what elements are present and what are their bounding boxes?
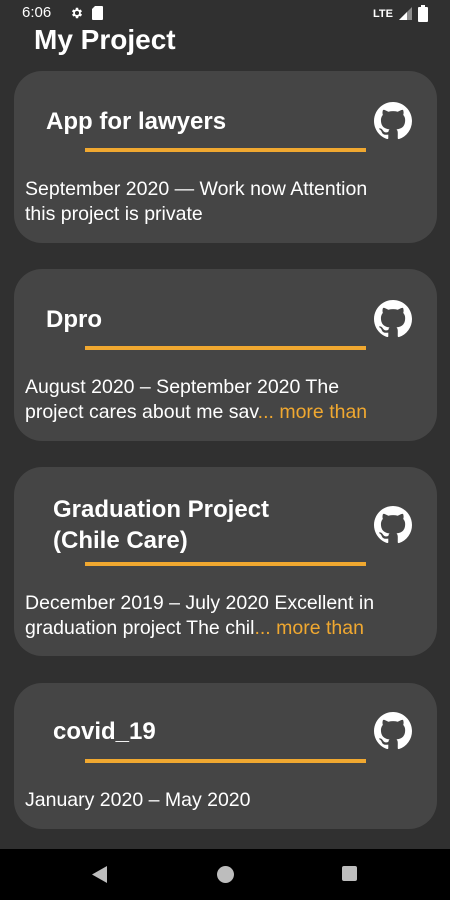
project-title-line: Graduation Project xyxy=(53,496,270,523)
github-icon[interactable] xyxy=(374,712,412,750)
project-description: January 2020 – May 2020 xyxy=(25,788,251,813)
recents-icon[interactable] xyxy=(342,866,357,881)
status-time: 6:06 xyxy=(22,4,52,21)
project-card[interactable]: Graduation Project (Chile Care) December… xyxy=(14,467,437,656)
github-icon[interactable] xyxy=(374,300,412,338)
github-icon[interactable] xyxy=(374,102,412,140)
title-underline xyxy=(85,346,366,350)
project-description: August 2020 – September 2020 The project… xyxy=(25,375,367,425)
description-line: September 2020 — Work now Attention xyxy=(25,178,368,200)
back-icon[interactable] xyxy=(92,866,107,883)
sd-card-icon xyxy=(92,6,103,20)
description-line-truncated: project cares about me sav... more than xyxy=(25,400,367,425)
project-title: App for lawyers xyxy=(46,108,227,135)
description-line: graduation project The chil xyxy=(25,617,255,639)
network-type: LTE xyxy=(373,7,393,20)
project-description: September 2020 — Work now Attention this… xyxy=(25,177,367,227)
page-title: My Project xyxy=(34,24,176,55)
signal-icon xyxy=(399,7,412,20)
more-link[interactable]: ... more than xyxy=(258,401,367,423)
navigation-bar xyxy=(0,849,450,900)
description-line: project cares about me sav xyxy=(25,401,258,423)
project-title: covid_19 xyxy=(53,718,156,745)
title-underline xyxy=(85,759,366,763)
home-icon[interactable] xyxy=(217,866,234,883)
project-title: Dpro xyxy=(46,306,102,333)
project-title: Graduation Project (Chile Care) xyxy=(53,494,269,556)
project-description: December 2019 – July 2020 Excellent in g… xyxy=(25,591,374,641)
project-card[interactable]: covid_19 January 2020 – May 2020 xyxy=(14,683,437,829)
project-title-line: (Chile Care) xyxy=(53,527,188,554)
more-link[interactable]: ... more than xyxy=(254,617,363,639)
gear-icon xyxy=(71,7,83,19)
description-line: January 2020 – May 2020 xyxy=(25,789,251,811)
description-line: August 2020 – September 2020 The xyxy=(25,376,340,398)
description-line: December 2019 – July 2020 Excellent in xyxy=(25,592,375,614)
status-notification-icons xyxy=(70,6,103,20)
github-icon[interactable] xyxy=(374,506,412,544)
description-line-truncated: graduation project The chil... more than xyxy=(25,616,374,641)
status-system-icons: LTE xyxy=(373,5,428,22)
project-card[interactable]: App for lawyers September 2020 — Work no… xyxy=(14,71,437,243)
battery-icon xyxy=(418,5,428,22)
description-line: this project is private xyxy=(25,203,203,225)
title-underline xyxy=(85,562,366,566)
project-card[interactable]: Dpro August 2020 – September 2020 The pr… xyxy=(14,269,437,441)
title-underline xyxy=(85,148,366,152)
